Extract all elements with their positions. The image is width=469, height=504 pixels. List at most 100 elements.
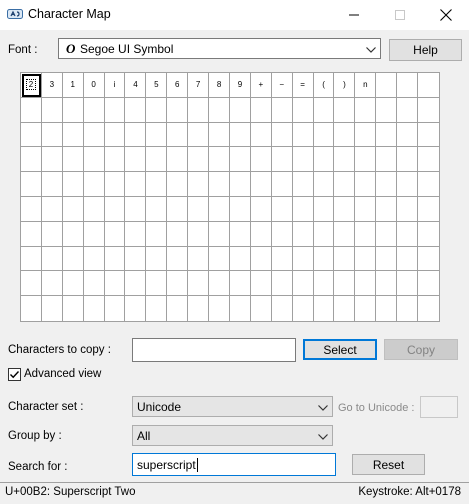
character-cell[interactable]: 9 [229, 73, 251, 98]
character-cell[interactable] [105, 296, 126, 321]
character-cell[interactable] [334, 271, 356, 297]
character-cell[interactable] [313, 271, 335, 297]
character-cell[interactable] [125, 172, 147, 197]
character-cell[interactable] [355, 97, 377, 123]
character-cell[interactable] [146, 196, 168, 222]
advanced-view-label[interactable]: Advanced view [24, 368, 101, 380]
character-cell[interactable] [251, 296, 272, 321]
character-cell[interactable] [83, 246, 105, 272]
character-cell[interactable] [209, 147, 230, 173]
character-cell[interactable] [292, 172, 314, 197]
characters-to-copy-field[interactable] [132, 338, 296, 362]
character-cell[interactable] [83, 196, 105, 222]
character-cell[interactable] [167, 97, 189, 123]
character-cell[interactable] [355, 172, 377, 197]
character-cell[interactable] [21, 147, 42, 173]
character-cell[interactable] [104, 271, 126, 297]
character-cell[interactable] [334, 296, 356, 321]
character-cell[interactable] [397, 122, 419, 148]
character-cell[interactable] [418, 296, 439, 321]
character-cell[interactable] [209, 221, 230, 247]
character-cell[interactable] [104, 246, 126, 272]
character-cell[interactable] [167, 221, 189, 247]
character-cell[interactable] [104, 221, 126, 247]
character-cell[interactable] [418, 147, 439, 173]
search-input[interactable]: superscript [132, 453, 336, 476]
character-cell[interactable] [167, 296, 189, 321]
character-cell[interactable] [313, 172, 335, 197]
character-cell[interactable] [229, 147, 251, 173]
character-cell[interactable] [250, 122, 272, 148]
character-cell[interactable] [418, 172, 439, 197]
group-by-dropdown[interactable]: All [132, 425, 333, 446]
character-cell[interactable] [334, 246, 356, 272]
character-cell[interactable] [125, 122, 147, 148]
maximize-button[interactable] [377, 0, 423, 30]
character-cell[interactable] [188, 147, 210, 173]
character-cell[interactable] [271, 271, 293, 297]
character-cell[interactable] [355, 122, 377, 148]
character-cell[interactable] [292, 271, 314, 297]
character-grid[interactable]: 2 3 1 0 i 4 5 6 7 8 9 + − = () n [20, 72, 440, 322]
character-cell[interactable] [229, 221, 251, 247]
character-cell[interactable] [313, 97, 335, 123]
character-cell[interactable] [125, 147, 147, 173]
character-cell[interactable] [188, 246, 210, 272]
character-cell[interactable] [292, 221, 314, 247]
character-cell[interactable] [188, 221, 210, 247]
character-cell[interactable] [250, 221, 272, 247]
character-cell[interactable] [125, 221, 147, 247]
character-cell[interactable] [146, 221, 168, 247]
character-cell[interactable] [376, 73, 398, 98]
character-cell[interactable] [41, 196, 63, 222]
character-cell[interactable] [313, 196, 335, 222]
character-cell[interactable] [376, 147, 398, 173]
character-cell[interactable] [209, 172, 230, 197]
character-cell[interactable] [376, 196, 398, 222]
character-cell[interactable] [167, 122, 189, 148]
character-cell[interactable] [146, 296, 168, 321]
character-cell[interactable] [83, 97, 105, 123]
character-cell[interactable] [209, 97, 230, 123]
character-cell[interactable] [376, 122, 398, 148]
character-cell[interactable] [83, 221, 105, 247]
character-cell[interactable] [83, 271, 105, 297]
character-cell[interactable] [188, 122, 210, 148]
character-cell[interactable] [376, 97, 398, 123]
character-cell[interactable] [292, 147, 314, 173]
minimize-button[interactable] [331, 0, 377, 30]
character-cell[interactable]: 1 [62, 73, 84, 98]
character-cell[interactable] [21, 296, 42, 321]
character-cell[interactable]: n [355, 73, 377, 98]
character-cell[interactable] [418, 123, 439, 148]
character-cell[interactable] [188, 97, 210, 123]
character-cell[interactable] [167, 147, 189, 173]
character-cell[interactable]: 0 [83, 73, 105, 98]
character-cell[interactable] [355, 246, 377, 272]
character-cell[interactable] [209, 122, 230, 148]
character-cell[interactable] [271, 196, 293, 222]
character-cell[interactable] [83, 172, 105, 197]
character-cell[interactable] [21, 122, 42, 148]
character-cell[interactable] [397, 246, 419, 272]
character-cell[interactable] [313, 246, 335, 272]
character-cell[interactable] [209, 246, 230, 272]
character-cell[interactable]: 3 [41, 73, 63, 98]
character-cell[interactable] [83, 147, 105, 173]
character-cell[interactable] [418, 247, 439, 272]
character-cell[interactable] [146, 172, 168, 197]
character-cell[interactable] [293, 296, 314, 321]
character-cell[interactable] [209, 196, 230, 222]
character-cell[interactable] [42, 296, 63, 321]
character-cell[interactable] [21, 97, 42, 123]
character-cell[interactable] [271, 221, 293, 247]
character-set-dropdown[interactable]: Unicode [132, 396, 333, 417]
character-cell[interactable] [272, 296, 293, 321]
character-cell[interactable] [313, 147, 335, 173]
character-cell[interactable] [188, 172, 210, 197]
character-cell[interactable] [104, 196, 126, 222]
character-cell[interactable] [21, 246, 42, 272]
character-cell[interactable] [146, 246, 168, 272]
character-cell[interactable] [83, 122, 105, 148]
character-cell[interactable] [313, 122, 335, 148]
